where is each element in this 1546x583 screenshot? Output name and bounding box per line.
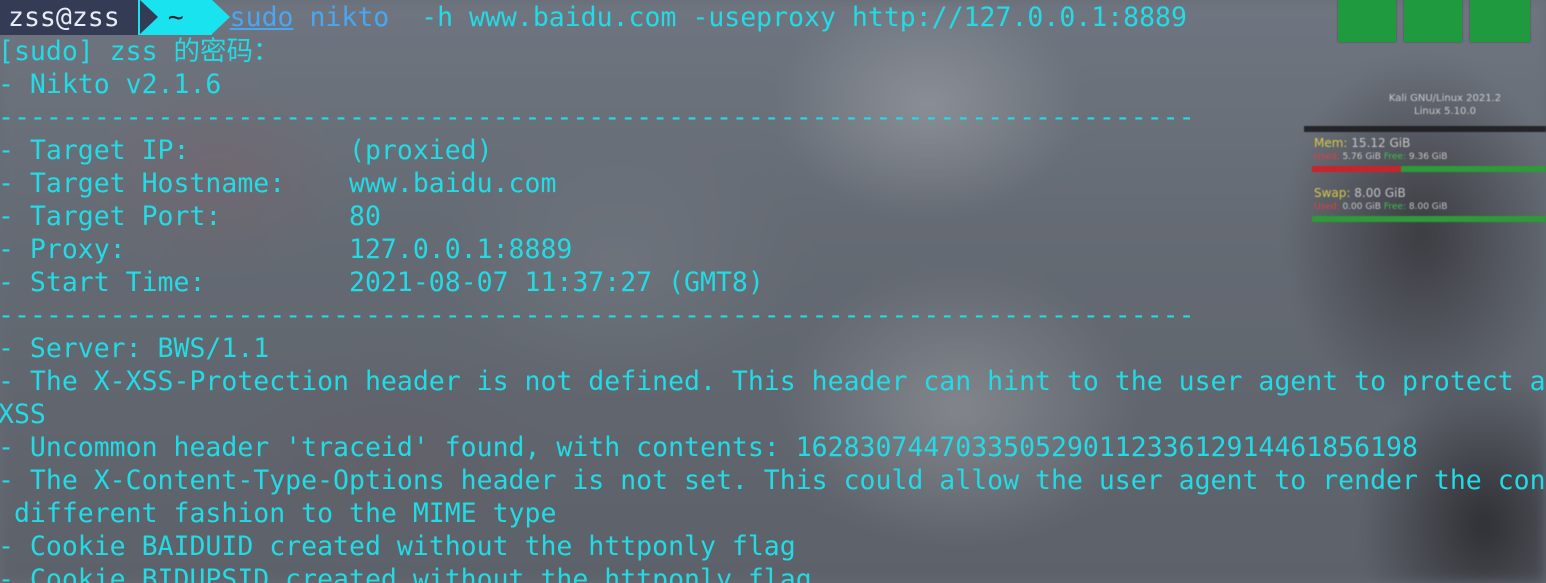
traceid-header-line: - Uncommon header 'traceid' found, with … <box>0 432 1418 463</box>
target-port-line: - Target Port: 80 <box>0 201 381 232</box>
proxy-line: - Proxy: 127.0.0.1:8889 <box>0 234 573 265</box>
command-arguments: -h www.baidu.com -useproxy http://127.0.… <box>389 2 1187 33</box>
xss-protection-wrap: XSS <box>0 399 46 430</box>
separator-line-2: ----------------------------------------… <box>0 300 1195 331</box>
terminal-output[interactable]: zss@zss ~ sudo nikto -h www.baidu.com -use… <box>0 0 1546 583</box>
target-hostname-line: - Target Hostname: www.baidu.com <box>0 168 557 199</box>
nikto-version: - Nikto v2.1.6 <box>0 69 222 100</box>
separator-line: ----------------------------------------… <box>0 102 1195 133</box>
cookie-baiduid-line: - Cookie BAIDUID created without the htt… <box>0 531 796 562</box>
server-line: - Server: BWS/1.1 <box>0 333 270 364</box>
cookie-bidupsid-line: - Cookie BIDUPSID created without the ht… <box>0 564 812 583</box>
prompt-user-host: zss@zss <box>0 0 158 35</box>
sudo-password-prompt: [sudo] zss 的密码： <box>0 36 280 67</box>
content-type-options-line: - The X-Content-Type-Options header is n… <box>0 465 1546 496</box>
command-name: nikto <box>309 2 390 33</box>
command-prompt-line: zss@zss ~ sudo nikto -h www.baidu.com -use… <box>0 0 1546 35</box>
content-type-options-wrap: different fashion to the MIME type <box>0 498 557 529</box>
command-sudo: sudo <box>229 2 294 33</box>
target-ip-line: - Target IP: (proxied) <box>0 135 493 166</box>
xss-protection-line: - The X-XSS-Protection header is not def… <box>0 366 1546 397</box>
start-time-line: - Start Time: 2021-08-07 11:37:27 (GMT8) <box>0 267 764 298</box>
